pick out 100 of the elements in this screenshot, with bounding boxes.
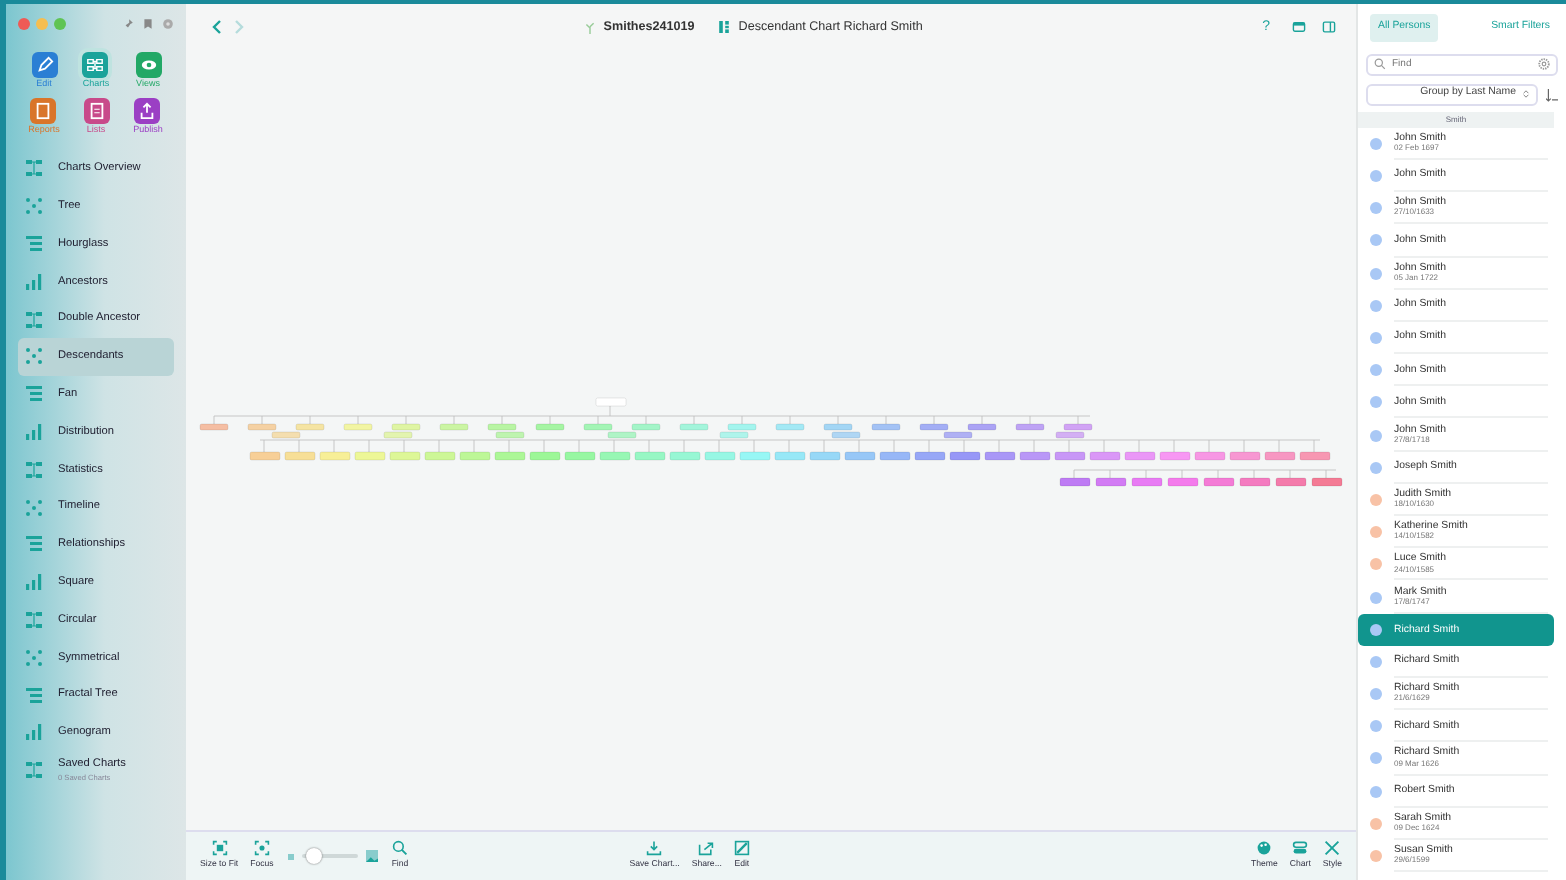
person-node[interactable] xyxy=(424,451,456,461)
person-node[interactable] xyxy=(1167,477,1199,487)
person-node[interactable] xyxy=(727,423,757,431)
person-node[interactable] xyxy=(1203,477,1235,487)
chart-type-icon xyxy=(24,271,44,292)
tile-icon xyxy=(87,101,105,119)
person-node[interactable] xyxy=(775,423,805,431)
person-node[interactable] xyxy=(1131,477,1163,487)
chevron-updown-icon xyxy=(1522,88,1530,101)
person-node[interactable] xyxy=(1019,451,1051,461)
person-node[interactable] xyxy=(1264,451,1296,461)
person-node[interactable] xyxy=(1124,451,1156,461)
person-node[interactable] xyxy=(631,423,661,431)
person-node[interactable] xyxy=(271,431,301,439)
person-node[interactable] xyxy=(535,423,565,431)
person-node[interactable] xyxy=(495,431,525,439)
small-picture-icon xyxy=(287,853,294,859)
person-node[interactable] xyxy=(389,451,421,461)
person-node[interactable] xyxy=(844,451,876,461)
person-node[interactable] xyxy=(774,451,806,461)
person-node[interactable] xyxy=(383,431,413,439)
person-node[interactable] xyxy=(1275,477,1307,487)
person-node[interactable] xyxy=(1299,451,1331,461)
sort-icon[interactable] xyxy=(1546,87,1558,102)
person-node[interactable] xyxy=(919,423,949,431)
chart-type-icon xyxy=(24,722,44,743)
person-node[interactable] xyxy=(595,397,627,407)
person-node[interactable] xyxy=(199,423,229,431)
pin-icon[interactable] xyxy=(122,18,134,30)
person-node[interactable] xyxy=(1159,451,1191,461)
person-node[interactable] xyxy=(1194,451,1226,461)
slider-thumb[interactable] xyxy=(305,848,322,864)
person-node[interactable] xyxy=(439,423,469,431)
person-node[interactable] xyxy=(879,451,911,461)
person-node[interactable] xyxy=(634,451,666,461)
person-node[interactable] xyxy=(943,431,973,439)
chevron-left-icon xyxy=(212,19,222,34)
person-node[interactable] xyxy=(284,451,316,461)
person-node[interactable] xyxy=(719,431,749,439)
tile-icon xyxy=(138,101,157,119)
chart-type-icon xyxy=(24,158,44,179)
person-node[interactable] xyxy=(564,451,596,461)
chart-type-icon xyxy=(24,459,44,480)
person-node[interactable] xyxy=(319,451,351,461)
person-node[interactable] xyxy=(354,451,386,461)
chart-type-icon xyxy=(24,384,44,405)
chart-type-icon xyxy=(24,760,44,781)
person-node[interactable] xyxy=(607,431,637,439)
person-node[interactable] xyxy=(494,451,526,461)
person-node[interactable] xyxy=(809,451,841,461)
person-node[interactable] xyxy=(739,451,771,461)
person-node[interactable] xyxy=(949,451,981,461)
person-node[interactable] xyxy=(1311,477,1343,487)
sidebar-toggle-icon[interactable] xyxy=(1322,20,1336,34)
person-node[interactable] xyxy=(669,451,701,461)
person-node[interactable] xyxy=(1059,477,1091,487)
person-node[interactable] xyxy=(984,451,1016,461)
bookmark-icon[interactable] xyxy=(142,18,154,30)
person-node[interactable] xyxy=(391,423,421,431)
person-node[interactable] xyxy=(487,423,517,431)
person-node[interactable] xyxy=(343,423,373,431)
toolbar-icon xyxy=(646,840,663,857)
tile-icon xyxy=(35,56,53,74)
tree-icon xyxy=(583,21,596,33)
person-node[interactable] xyxy=(704,451,736,461)
chart-type-icon xyxy=(24,421,44,442)
person-node[interactable] xyxy=(823,423,853,431)
chart-type-icon xyxy=(24,572,44,593)
tile-icon xyxy=(34,101,53,119)
person-node[interactable] xyxy=(871,423,901,431)
toolbar-icon xyxy=(211,840,228,857)
person-node[interactable] xyxy=(249,451,281,461)
chart-type-icon xyxy=(24,233,44,254)
chart-type-icon xyxy=(24,309,44,330)
person-node[interactable] xyxy=(914,451,946,461)
descendants-icon xyxy=(718,20,731,34)
person-node[interactable] xyxy=(1089,451,1121,461)
person-node[interactable] xyxy=(1229,451,1261,461)
person-node[interactable] xyxy=(1015,423,1045,431)
search-icon xyxy=(1374,58,1386,71)
person-node[interactable] xyxy=(1239,477,1271,487)
settings-icon[interactable] xyxy=(1538,58,1550,71)
person-node[interactable] xyxy=(1063,423,1093,431)
person-node[interactable] xyxy=(295,423,325,431)
chart-type-icon xyxy=(24,497,44,518)
settings-icon[interactable] xyxy=(162,18,174,30)
person-node[interactable] xyxy=(831,431,861,439)
person-node[interactable] xyxy=(247,423,277,431)
chart-type-icon xyxy=(24,609,44,630)
window-icon[interactable] xyxy=(1292,20,1306,34)
person-node[interactable] xyxy=(529,451,561,461)
person-node[interactable] xyxy=(583,423,613,431)
person-node[interactable] xyxy=(1055,431,1085,439)
person-node[interactable] xyxy=(1095,477,1127,487)
person-node[interactable] xyxy=(459,451,491,461)
person-node[interactable] xyxy=(1054,451,1086,461)
person-node[interactable] xyxy=(967,423,997,431)
person-node[interactable] xyxy=(679,423,709,431)
person-node[interactable] xyxy=(599,451,631,461)
chart-type-icon xyxy=(24,346,44,367)
